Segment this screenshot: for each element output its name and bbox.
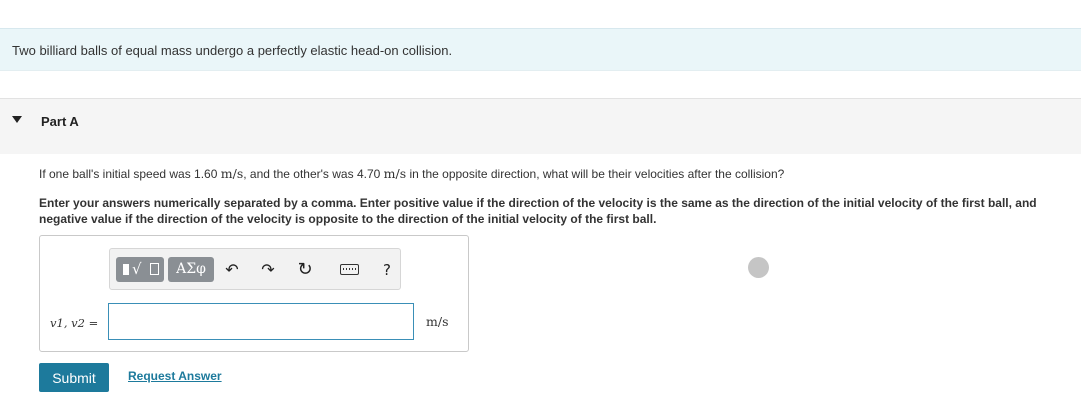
question-text: If one ball's initial speed was 1.60 m/s… [39,166,784,181]
answer-input[interactable] [108,303,414,340]
question-middle: , and the other's was [243,167,357,181]
math-toolbar: √ ΑΣφ ↶ ↷ ↻ ? [109,248,401,290]
caret-down-icon[interactable] [12,116,22,123]
templates-button[interactable]: √ [116,257,164,282]
variable-label: v1, v2 = [50,316,99,330]
greek-symbols-button[interactable]: ΑΣφ [168,257,214,282]
templates-icon [123,264,129,275]
speed1-value: 1.60 [194,167,218,181]
request-answer-link[interactable]: Request Answer [128,369,222,383]
reset-icon[interactable]: ↻ [296,260,314,280]
part-title: Part A [41,114,79,129]
problem-statement-banner: Two billiard balls of equal mass undergo… [0,28,1081,71]
speed2-unit: m/s [383,166,407,181]
help-icon[interactable]: ? [380,260,394,280]
answer-box: √ ΑΣφ ↶ ↷ ↻ ? v1, v2 = m/s [39,235,469,352]
submit-button[interactable]: Submit [39,363,109,392]
box-icon [150,263,159,275]
unit-label: m/s [426,314,449,329]
undo-icon[interactable]: ↶ [224,260,240,280]
speed2-value: 4.70 [356,167,381,181]
status-indicator-icon [748,257,769,278]
speed1-unit: m/s [220,166,244,181]
sqrt-icon: √ [132,260,142,278]
question-suffix: in the opposite direction, what will be … [406,167,785,181]
keyboard-icon[interactable] [340,264,359,275]
answer-instructions: Enter your answers numerically separated… [39,196,1037,226]
redo-icon[interactable]: ↷ [260,260,276,280]
part-a-header[interactable]: Part A [0,98,1081,154]
question-prefix: If one ball's initial speed was [39,167,195,181]
problem-text: Two billiard balls of equal mass undergo… [12,43,453,58]
